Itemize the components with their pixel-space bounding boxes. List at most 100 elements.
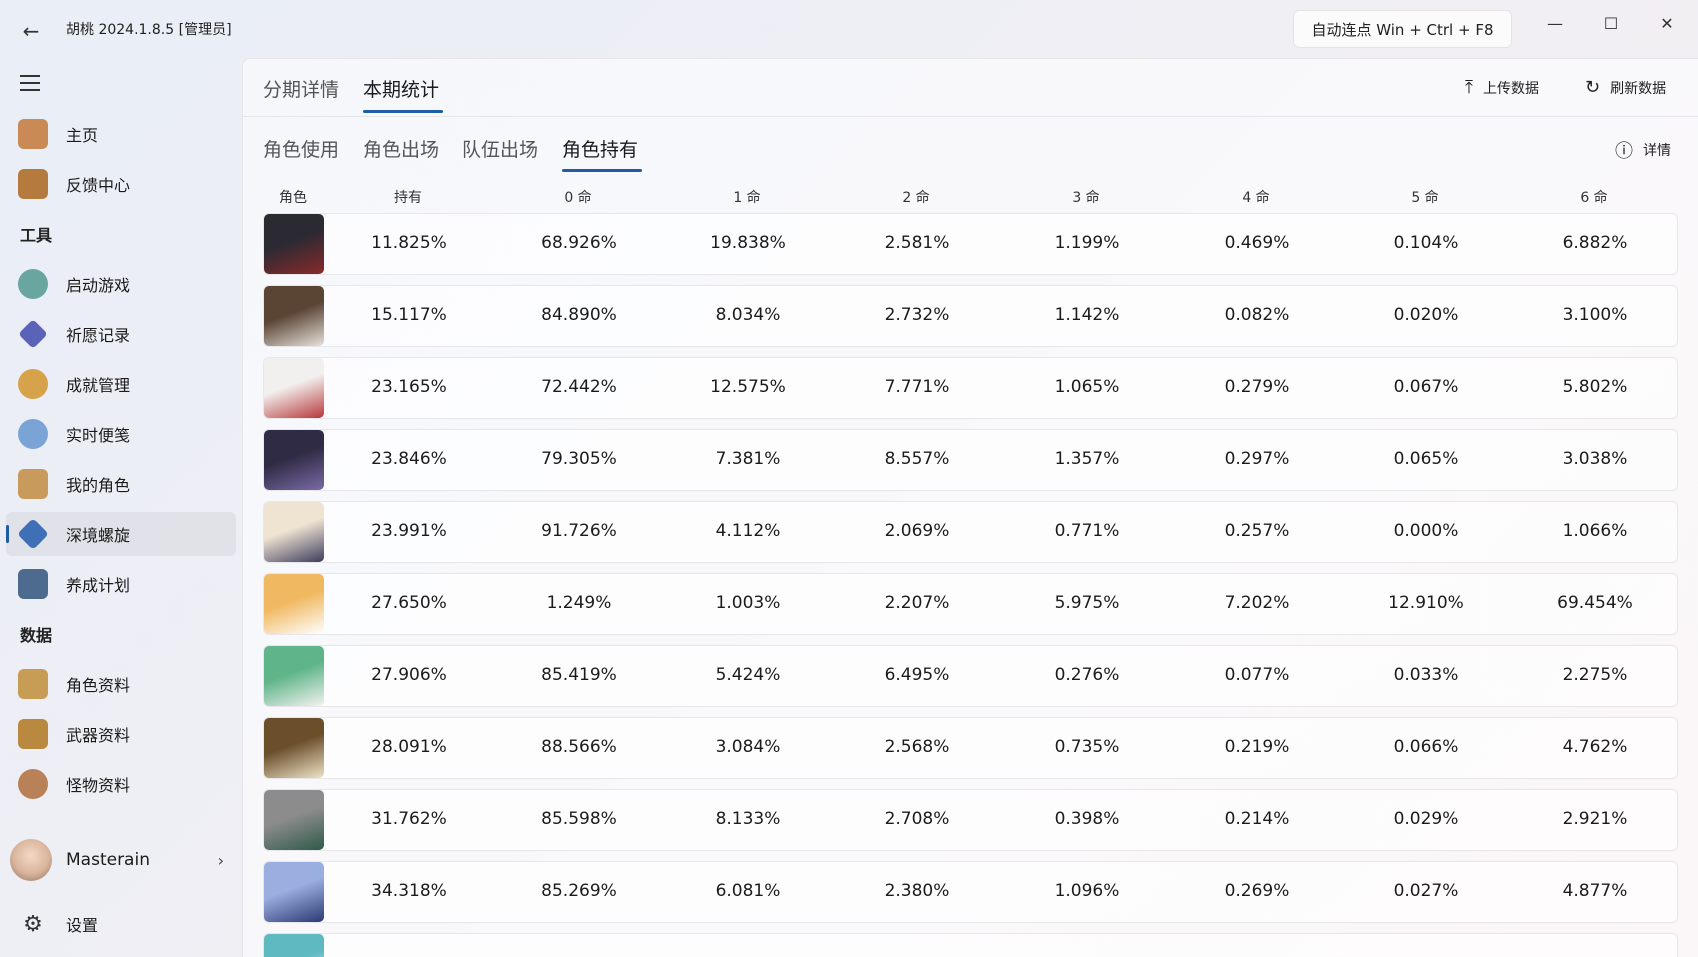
upload-data-button[interactable]: ⤒ 上传数据 [1465, 77, 1539, 98]
sidebar-item-label: 设置 [66, 916, 99, 935]
subtab-character-appearance[interactable]: 角色出场 [363, 135, 439, 162]
table-row[interactable]: 11.825% 68.926% 19.838% 2.581% 1.199% 0.469% 0… [263, 213, 1678, 275]
sidebar-item-character-wiki[interactable]: 角色资料 [6, 662, 236, 706]
user-account[interactable]: Masterain › [6, 834, 236, 886]
table-row[interactable]: 31.762% 85.598% 8.133% 2.708% 0.398% 0.214% 0.… [263, 789, 1678, 851]
table-cell: 0.104% [1393, 233, 1459, 253]
table-row[interactable]: 34.318% 85.269% 6.081% 2.380% 1.096% 0.269% 0.… [263, 861, 1678, 923]
table-cell: 19.838% [710, 233, 786, 253]
table-row[interactable]: 27.650% 1.249% 1.003% 2.207% 5.975% 7.202% 12.… [263, 573, 1678, 635]
weapon-wiki-icon [18, 719, 48, 749]
back-arrow-icon[interactable]: ← [18, 18, 44, 44]
table-row[interactable]: 27.906% 85.419% 5.424% 6.495% 0.276% 0.077% 0.… [263, 645, 1678, 707]
auto-click-button[interactable]: 自动连点 Win + Ctrl + F8 [1293, 10, 1512, 48]
table-cell: 85.598% [541, 809, 617, 829]
table-cell: 0.279% [1224, 377, 1290, 397]
table-row[interactable]: 28.091% 88.566% 3.084% 2.568% 0.735% 0.219% 0.… [263, 717, 1678, 779]
table-cell: 1.199% [1054, 233, 1120, 253]
sidebar-item-achievement[interactable]: 成就管理 [6, 362, 236, 406]
table-cell: 5.975% [1054, 593, 1120, 613]
tab-period-details[interactable]: 分期详情 [263, 75, 339, 102]
character-portrait [264, 502, 324, 562]
character-wiki-icon [18, 669, 48, 699]
character-portrait [264, 790, 324, 850]
table-cell: 31.762% [371, 809, 447, 829]
table-cell: 85.419% [541, 665, 617, 685]
table-cell: 0.214% [1224, 809, 1290, 829]
table-cell: 0.257% [1224, 521, 1290, 541]
tab-current-stats[interactable]: 本期统计 [363, 75, 439, 102]
refresh-label: 刷新数据 [1610, 80, 1667, 97]
column-header: 2 命 [902, 190, 930, 206]
sidebar-item-launch-game[interactable]: 启动游戏 [6, 262, 236, 306]
table-cell: 27.906% [371, 665, 447, 685]
table-cell: 34.318% [371, 881, 447, 901]
character-portrait [264, 574, 324, 634]
subtab-team-appearance[interactable]: 队伍出场 [462, 135, 538, 162]
table-cell: 15.117% [371, 305, 447, 325]
table-row[interactable]: 15.117% 84.890% 8.034% 2.732% 1.142% 0.082% 0.… [263, 285, 1678, 347]
table-cell: 2.581% [884, 233, 950, 253]
sidebar-item-label: 祈愿记录 [66, 326, 131, 345]
sidebar-item-label: 角色资料 [66, 676, 131, 695]
character-portrait [264, 862, 324, 922]
sidebar-item-label: 成就管理 [66, 376, 131, 395]
table-cell: 88.566% [541, 737, 617, 757]
table-cell: 0.219% [1224, 737, 1290, 757]
table-cell: 7.381% [715, 449, 781, 469]
table-cell: 6.882% [1562, 233, 1628, 253]
table-row[interactable]: 23.991% 91.726% 4.112% 2.069% 0.771% 0.257% 0.… [263, 501, 1678, 563]
table-cell: 2.732% [884, 305, 950, 325]
sidebar-item-plan[interactable]: 养成计划 [6, 562, 236, 606]
sidebar-item-label: 反馈中心 [66, 176, 131, 195]
info-icon: ⓘ [1615, 141, 1633, 162]
sidebar-item-home[interactable]: 主页 [6, 112, 236, 156]
avatar [10, 839, 52, 881]
table-row[interactable]: 23.846% 79.305% 7.381% 8.557% 1.357% 0.297% 0.… [263, 429, 1678, 491]
sidebar-item-label: 我的角色 [66, 476, 131, 495]
sidebar-item-my-characters[interactable]: 我的角色 [6, 462, 236, 506]
refresh-data-button[interactable]: ↻ 刷新数据 [1585, 77, 1666, 98]
sidebar-item-label: 怪物资料 [66, 776, 131, 795]
table-cell: 2.568% [884, 737, 950, 757]
column-header: 持有 [394, 190, 422, 206]
table-cell: 79.305% [541, 449, 617, 469]
table-cell: 0.029% [1393, 809, 1459, 829]
sidebar-item-spiral-abyss[interactable]: 深境螺旋 [6, 512, 236, 556]
table-cell: 69.454% [1557, 593, 1633, 613]
details-button[interactable]: ⓘ 详情 [1615, 137, 1671, 163]
table-row[interactable] [263, 933, 1678, 957]
table-cell: 2.380% [884, 881, 950, 901]
table-cell: 3.100% [1562, 305, 1628, 325]
sidebar-item-notes[interactable]: 实时便笺 [6, 412, 236, 456]
hamburger-menu-icon[interactable] [16, 68, 46, 98]
monster-wiki-icon [18, 769, 48, 799]
sidebar-item-wish[interactable]: 祈愿记录 [6, 312, 236, 356]
sidebar-item-weapon-wiki[interactable]: 武器资料 [6, 712, 236, 756]
table-cell: 4.762% [1562, 737, 1628, 757]
section-tools: 工具 [20, 226, 53, 245]
user-name: Masterain [66, 850, 150, 870]
section-data: 数据 [20, 626, 53, 645]
table-cell: 68.926% [541, 233, 617, 253]
table-cell: 4.112% [715, 521, 781, 541]
maximize-icon[interactable]: ☐ [1588, 8, 1634, 38]
subtab-character-usage[interactable]: 角色使用 [263, 135, 339, 162]
close-icon[interactable]: ✕ [1644, 8, 1690, 38]
character-portrait [264, 718, 324, 778]
sidebar-item-settings[interactable]: ⚙ 设置 [6, 902, 236, 946]
table-cell: 6.495% [884, 665, 950, 685]
table-cell: 3.038% [1562, 449, 1628, 469]
minimize-icon[interactable]: — [1532, 8, 1578, 38]
sidebar-item-monster-wiki[interactable]: 怪物资料 [6, 762, 236, 806]
table-row[interactable]: 23.165% 72.442% 12.575% 7.771% 1.065% 0.279% 0… [263, 357, 1678, 419]
table-cell: 5.424% [715, 665, 781, 685]
chevron-right-icon: › [217, 850, 224, 870]
top-tab-bar: 分期详情 本期统计 ⤒ 上传数据 ↻ 刷新数据 [243, 59, 1698, 117]
subtab-character-holding[interactable]: 角色持有 [562, 135, 638, 162]
table-cell: 2.275% [1562, 665, 1628, 685]
upload-label: 上传数据 [1482, 80, 1539, 97]
upload-icon: ⤒ [1465, 77, 1473, 98]
sidebar-item-feedback[interactable]: 反馈中心 [6, 162, 236, 206]
character-portrait [264, 358, 324, 418]
